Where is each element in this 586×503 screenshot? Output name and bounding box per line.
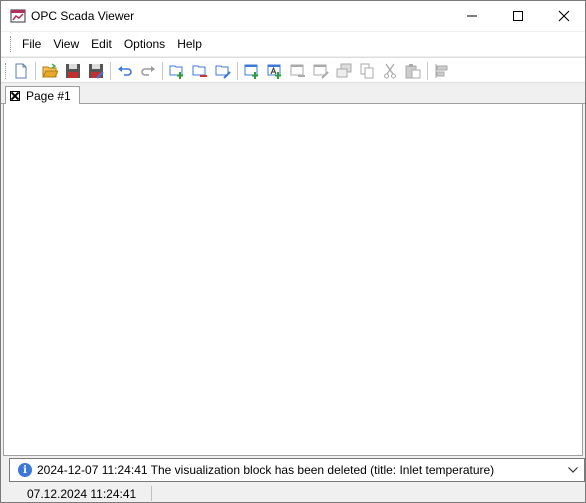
save-as-icon	[89, 64, 104, 79]
bring-to-front-icon	[336, 63, 352, 78]
page-tabstrip: Page #1	[1, 84, 585, 105]
menu-help[interactable]: Help	[171, 34, 208, 54]
toolbar-separator	[237, 62, 238, 80]
cut-icon	[384, 63, 396, 79]
add-block-button[interactable]	[242, 61, 262, 81]
close-icon	[558, 10, 570, 22]
tab-label: Page #1	[26, 89, 71, 103]
paste-button[interactable]	[403, 61, 423, 81]
save-as-button[interactable]	[86, 61, 106, 81]
open-button[interactable]	[40, 61, 60, 81]
status-datetime: 07.12.2024 11:24:41	[27, 487, 137, 501]
paste-icon	[405, 64, 421, 79]
edit-page-button[interactable]	[213, 61, 233, 81]
title-bar: OPC Scada Viewer	[1, 1, 585, 31]
save-button[interactable]	[63, 61, 83, 81]
menu-view[interactable]: View	[47, 34, 85, 54]
edit-block-button[interactable]	[311, 61, 331, 81]
remove-page-icon	[192, 65, 207, 77]
menu-bar: File View Edit Options Help	[1, 32, 585, 56]
info-icon: i	[18, 463, 32, 477]
toolbar-separator	[110, 62, 111, 80]
app-icon	[10, 9, 26, 23]
menu-file[interactable]: File	[16, 34, 47, 54]
open-folder-icon	[42, 63, 58, 78]
tab-close-icon[interactable]	[10, 91, 20, 101]
remove-block-icon	[290, 64, 305, 77]
tab-page-1[interactable]: Page #1	[5, 86, 80, 105]
toolbar-separator	[35, 62, 36, 80]
maximize-icon	[513, 11, 523, 21]
toolbar-separator	[162, 62, 163, 80]
align-left-button[interactable]	[432, 61, 452, 81]
maximize-button[interactable]	[495, 1, 541, 31]
log-dropdown-button[interactable]	[566, 463, 580, 477]
toolbar-grip[interactable]	[5, 63, 8, 79]
toolbar-separator	[427, 62, 428, 80]
edit-block-icon	[313, 64, 329, 79]
minimize-icon	[467, 15, 477, 17]
minimize-button[interactable]	[449, 1, 495, 31]
new-button[interactable]	[11, 61, 31, 81]
copy-icon	[360, 63, 374, 79]
add-text-block-button[interactable]	[265, 61, 285, 81]
window-title: OPC Scada Viewer	[31, 9, 135, 23]
align-left-icon	[435, 64, 448, 78]
bring-to-front-button[interactable]	[334, 61, 354, 81]
menu-grip[interactable]	[10, 36, 13, 52]
edit-page-icon	[215, 65, 231, 79]
add-page-button[interactable]	[167, 61, 187, 81]
add-block-icon	[244, 64, 258, 79]
add-text-block-icon	[267, 64, 281, 79]
log-combobox[interactable]: i 2024-12-07 11:24:41 The visualization …	[9, 458, 585, 482]
menu-edit[interactable]: Edit	[85, 34, 118, 54]
status-divider	[151, 486, 152, 501]
remove-block-button[interactable]	[288, 61, 308, 81]
chevron-down-icon	[568, 467, 578, 473]
save-icon	[66, 64, 80, 78]
toolbar	[1, 57, 585, 83]
add-page-icon	[169, 65, 183, 79]
undo-icon	[118, 66, 132, 76]
app-window: OPC Scada Viewer File View Edit Options …	[0, 0, 586, 503]
new-icon	[15, 63, 27, 79]
log-message: 2024-12-07 11:24:41 The visualization bl…	[37, 463, 495, 477]
close-button[interactable]	[541, 1, 586, 31]
undo-button[interactable]	[115, 61, 135, 81]
page-canvas[interactable]	[3, 104, 583, 456]
copy-button[interactable]	[357, 61, 377, 81]
redo-icon	[141, 66, 155, 76]
redo-button[interactable]	[138, 61, 158, 81]
menu-options[interactable]: Options	[118, 34, 171, 54]
cut-button[interactable]	[380, 61, 400, 81]
remove-page-button[interactable]	[190, 61, 210, 81]
status-bar: 07.12.2024 11:24:41	[1, 484, 585, 502]
